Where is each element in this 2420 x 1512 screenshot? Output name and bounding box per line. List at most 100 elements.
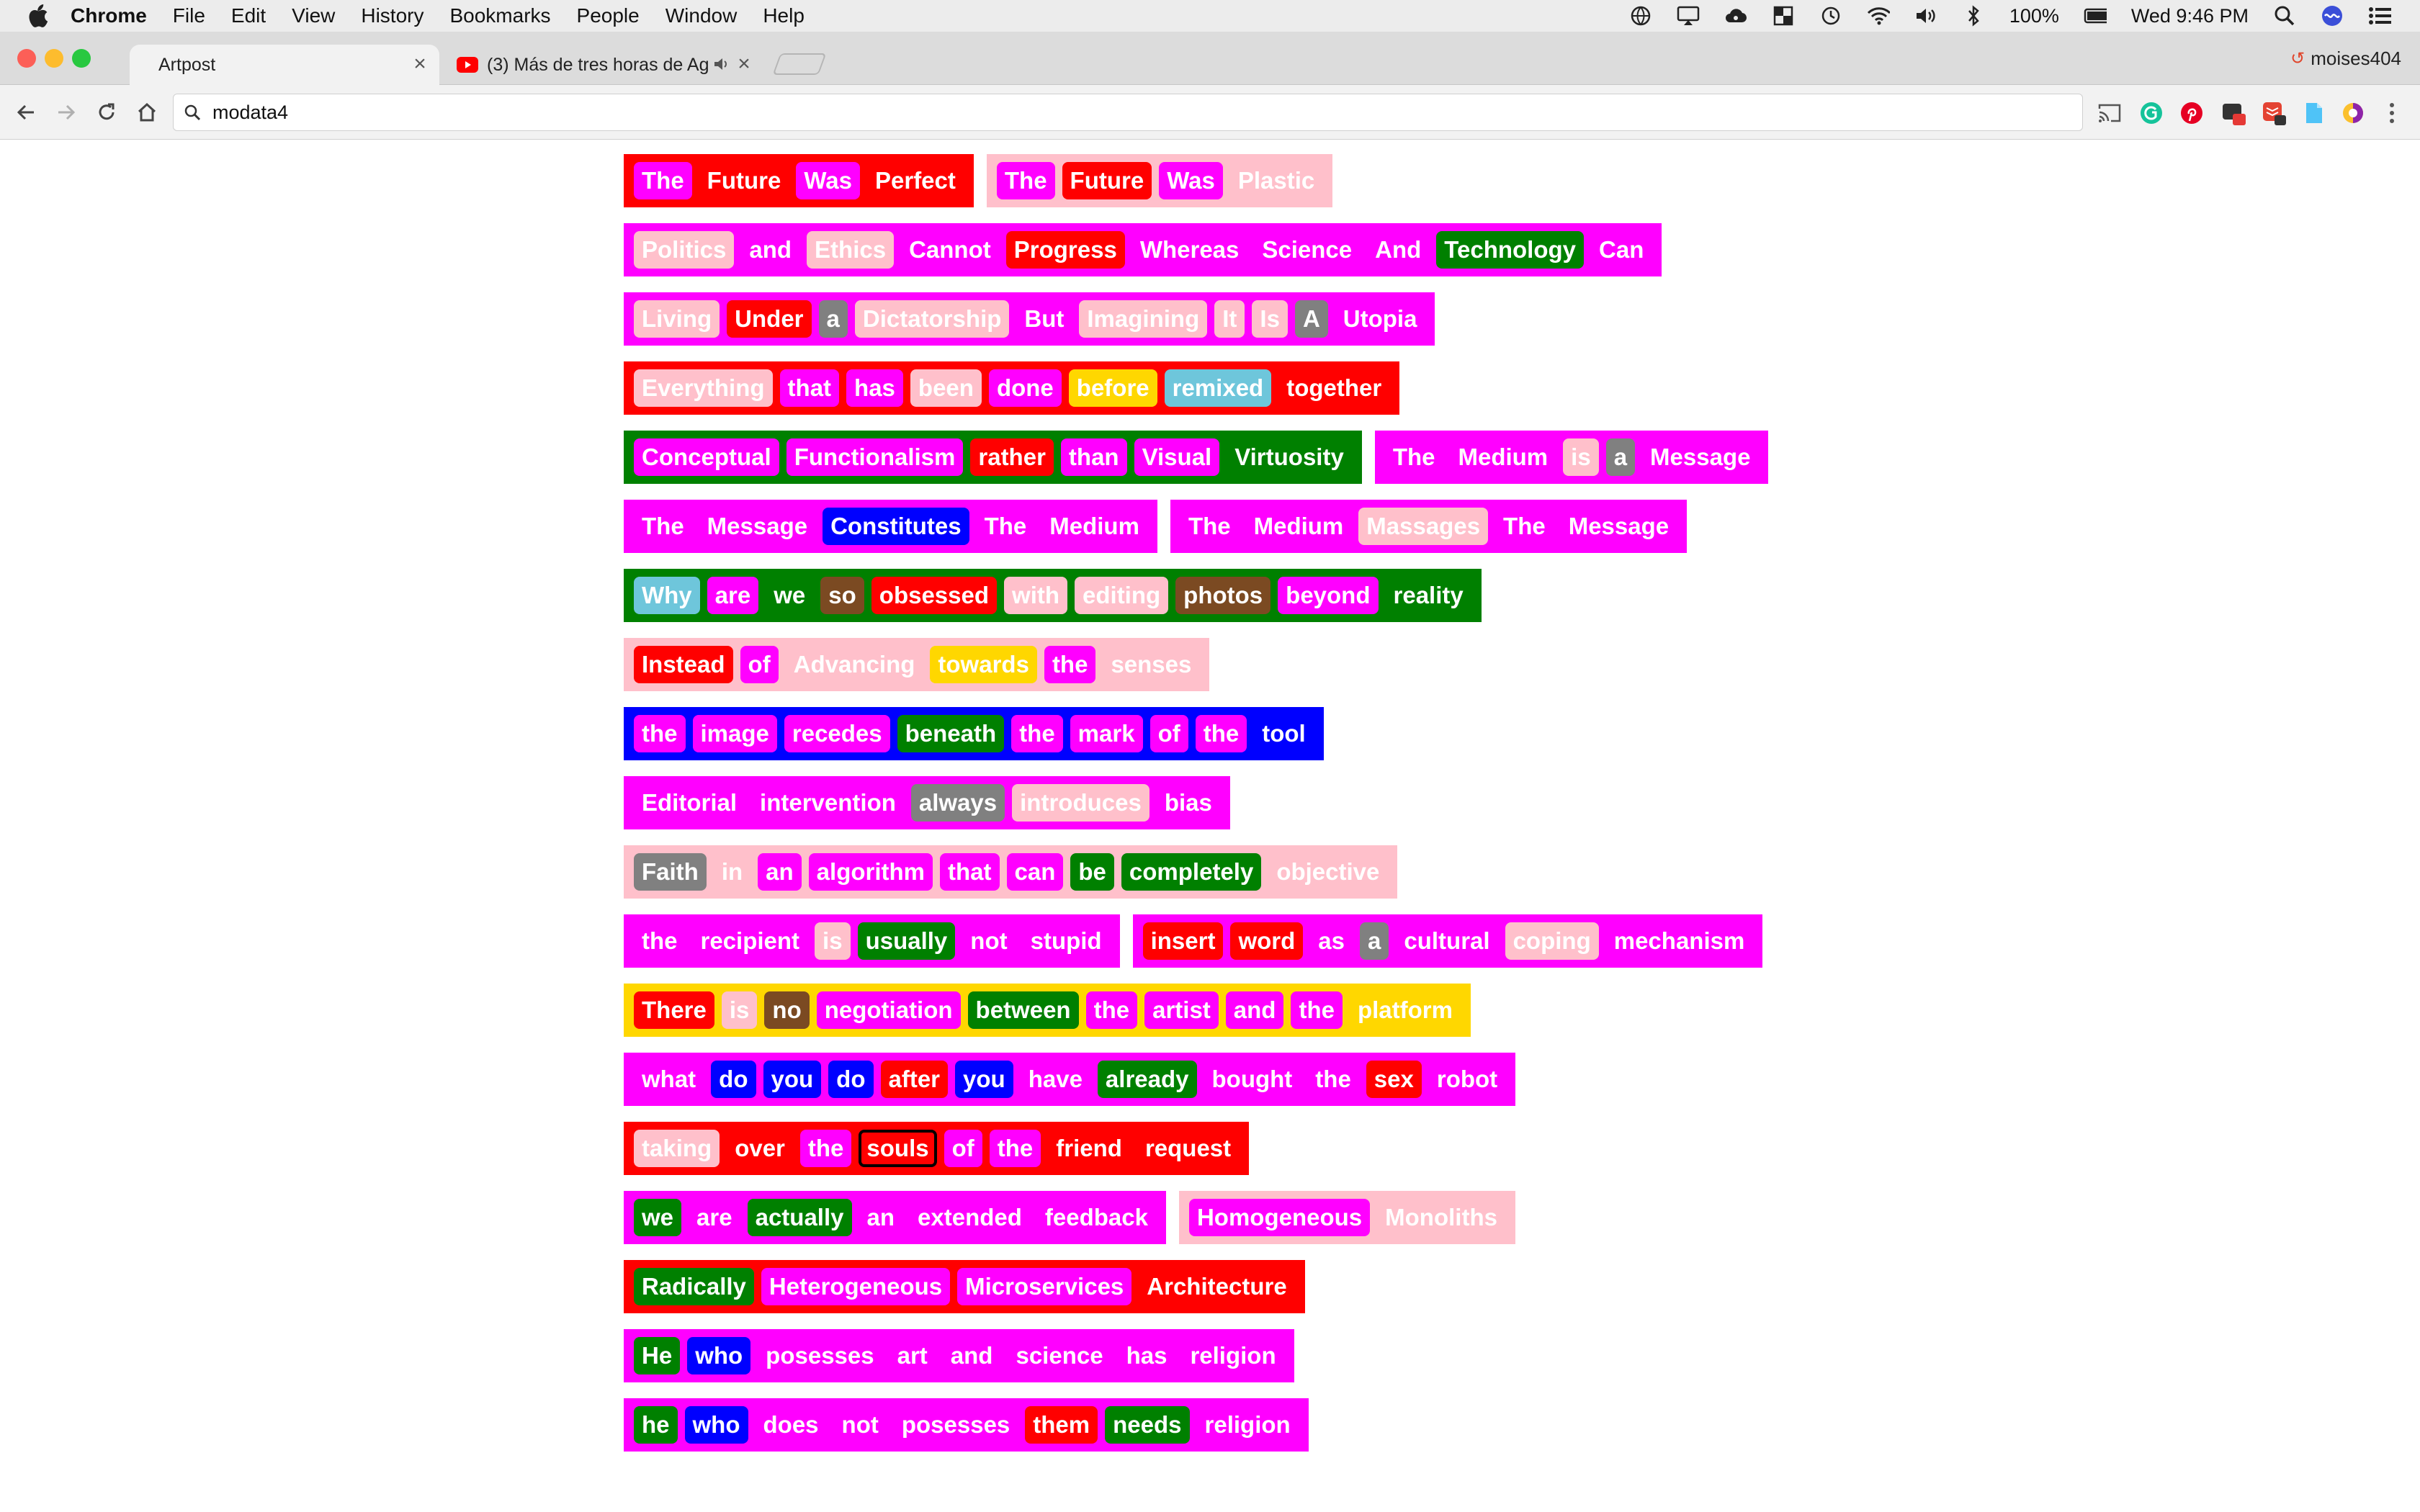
close-icon[interactable]: ×: [735, 53, 753, 75]
word-chip[interactable]: religion: [1182, 1337, 1284, 1374]
sentence-block[interactable]: Homogeneous Monoliths: [1178, 1191, 1515, 1244]
word-chip[interactable]: Editorial: [634, 784, 745, 822]
word-chip[interactable]: But: [1016, 300, 1072, 338]
word-chip[interactable]: Microservices: [957, 1268, 1132, 1305]
word-chip[interactable]: Technology: [1436, 231, 1585, 269]
menu-edit[interactable]: Edit: [231, 4, 266, 27]
airplay-icon[interactable]: [1677, 4, 1700, 27]
pinterest-icon[interactable]: [2179, 101, 2204, 125]
word-chip[interactable]: Future: [699, 162, 789, 199]
word-chip[interactable]: not: [962, 922, 1016, 960]
word-chip[interactable]: intervention: [752, 784, 904, 822]
word-chip[interactable]: taking: [634, 1130, 720, 1167]
reload-icon[interactable]: [92, 98, 121, 127]
word-chip[interactable]: robot: [1428, 1061, 1506, 1098]
cast-icon[interactable]: [2097, 101, 2122, 125]
menu-help[interactable]: Help: [763, 4, 805, 27]
word-chip[interactable]: science: [1008, 1337, 1111, 1374]
word-chip[interactable]: mark: [1070, 715, 1143, 752]
word-chip[interactable]: A: [1294, 300, 1328, 338]
word-chip[interactable]: are: [689, 1199, 740, 1236]
word-chip[interactable]: Heterogeneous: [761, 1268, 951, 1305]
window-minimize-button[interactable]: [45, 49, 63, 68]
sentence-block[interactable]: The Future Was Perfect: [624, 154, 974, 207]
word-chip[interactable]: have: [1020, 1061, 1090, 1098]
word-chip[interactable]: needs: [1105, 1406, 1190, 1444]
word-chip[interactable]: beyond: [1278, 577, 1379, 614]
word-chip[interactable]: platform: [1349, 991, 1461, 1029]
word-chip[interactable]: not: [833, 1406, 887, 1444]
word-chip[interactable]: Imagining: [1079, 300, 1208, 338]
address-bar-text[interactable]: modata4: [212, 102, 288, 124]
word-chip[interactable]: done: [988, 369, 1062, 407]
word-chip[interactable]: is: [815, 922, 851, 960]
word-chip[interactable]: rather: [970, 438, 1054, 476]
word-chip[interactable]: Medium: [1041, 508, 1147, 545]
word-chip[interactable]: Medium: [1245, 508, 1352, 545]
word-chip[interactable]: posesses: [893, 1406, 1018, 1444]
wifi-icon[interactable]: [1867, 4, 1890, 27]
word-chip[interactable]: than: [1060, 438, 1127, 476]
word-chip[interactable]: that: [779, 369, 840, 407]
sentence-block[interactable]: Instead of Advancing towards the senses: [624, 638, 1210, 691]
word-chip[interactable]: Homogeneous: [1188, 1199, 1371, 1236]
word-chip[interactable]: Radically: [634, 1268, 754, 1305]
word-chip[interactable]: Advancing: [785, 646, 923, 683]
word-chip[interactable]: the: [1085, 991, 1138, 1029]
apple-icon[interactable]: [27, 4, 49, 28]
word-chip[interactable]: souls: [859, 1130, 937, 1167]
word-chip[interactable]: an: [758, 853, 802, 891]
word-chip[interactable]: of: [1150, 715, 1188, 752]
word-chip[interactable]: Faith: [634, 853, 707, 891]
word-chip[interactable]: has: [846, 369, 903, 407]
sentence-block[interactable]: the image recedes beneath the mark of the tool: [624, 707, 1324, 760]
menu-history[interactable]: History: [361, 4, 424, 27]
word-chip[interactable]: a: [1360, 922, 1389, 960]
word-chip[interactable]: The: [634, 162, 692, 199]
siri-icon[interactable]: [2321, 4, 2344, 27]
word-chip[interactable]: does: [755, 1406, 827, 1444]
bluetooth-icon[interactable]: [1962, 4, 1985, 27]
word-chip[interactable]: Progress: [1005, 231, 1125, 269]
profile-button[interactable]: ↺ moises404: [2290, 48, 2401, 70]
word-chip[interactable]: we: [766, 577, 814, 614]
word-chip[interactable]: Whereas: [1131, 231, 1247, 269]
word-chip[interactable]: mechanism: [1605, 922, 1753, 960]
word-chip[interactable]: Politics: [634, 231, 735, 269]
word-chip[interactable]: The: [1384, 438, 1443, 476]
word-chip[interactable]: Conceptual: [634, 438, 779, 476]
word-chip[interactable]: he: [634, 1406, 678, 1444]
word-chip[interactable]: and: [1225, 991, 1284, 1029]
word-chip[interactable]: the: [1307, 1061, 1359, 1098]
chrome-menu-icon[interactable]: [2380, 101, 2404, 125]
word-chip[interactable]: do: [711, 1061, 756, 1098]
grammarly-icon[interactable]: [2139, 101, 2164, 125]
word-chip[interactable]: remixed: [1164, 369, 1272, 407]
sentence-block[interactable]: The Medium is a Message: [1374, 431, 1769, 484]
word-chip[interactable]: stupid: [1022, 922, 1110, 960]
sentence-block[interactable]: taking over the souls of the friend request: [624, 1122, 1250, 1175]
word-chip[interactable]: religion: [1196, 1406, 1299, 1444]
word-chip[interactable]: actually: [747, 1199, 852, 1236]
sentence-block[interactable]: Why are we so obsessed with editing photos beyon…: [624, 569, 1482, 622]
word-chip[interactable]: already: [1097, 1061, 1197, 1098]
clock[interactable]: Wed 9:46 PM: [2131, 5, 2249, 27]
word-chip[interactable]: objective: [1268, 853, 1388, 891]
word-chip[interactable]: Utopia: [1335, 300, 1425, 338]
word-chip[interactable]: Plastic: [1229, 162, 1323, 199]
word-chip[interactable]: is: [721, 991, 758, 1029]
word-chip[interactable]: The: [634, 508, 692, 545]
word-chip[interactable]: Ethics: [807, 231, 895, 269]
sentence-block[interactable]: he who does not posesses them needs religion: [624, 1398, 1309, 1452]
word-chip[interactable]: after: [880, 1061, 949, 1098]
word-chip[interactable]: Living: [634, 300, 720, 338]
word-chip[interactable]: between: [967, 991, 1079, 1029]
close-icon[interactable]: ×: [411, 53, 429, 75]
word-chip[interactable]: sex: [1366, 1061, 1422, 1098]
word-chip[interactable]: Virtuosity: [1227, 438, 1352, 476]
word-chip[interactable]: is: [1563, 438, 1599, 476]
word-chip[interactable]: be: [1070, 853, 1114, 891]
word-chip[interactable]: has: [1118, 1337, 1175, 1374]
color-picker-icon[interactable]: [2341, 101, 2365, 125]
word-chip[interactable]: artist: [1144, 991, 1219, 1029]
